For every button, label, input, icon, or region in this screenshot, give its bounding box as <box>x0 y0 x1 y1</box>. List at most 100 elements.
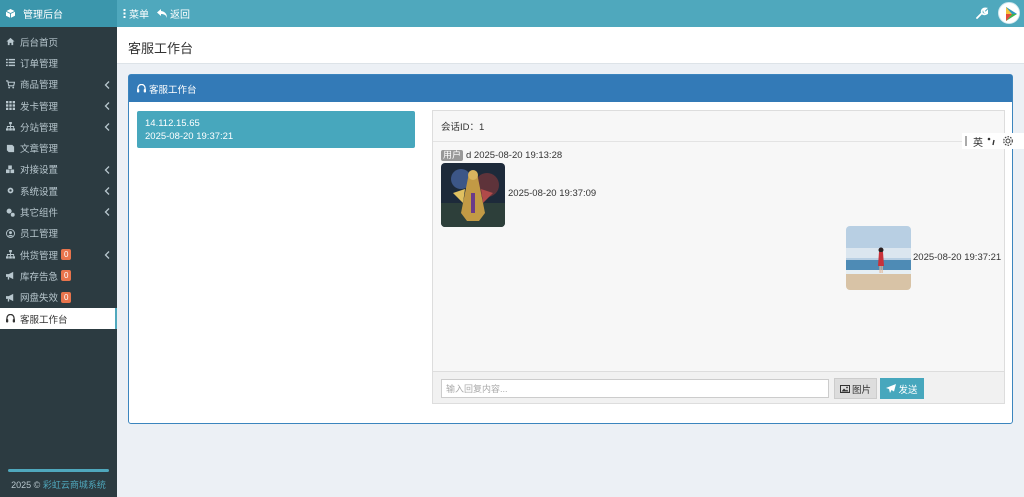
image-button-label: 图片 <box>851 384 871 396</box>
chat-window: 会话ID：1 用户 d 2025-08-20 19:13:28 2025-08-… <box>432 110 1005 404</box>
sidebar-item-label: 分站管理 <box>20 122 59 134</box>
sidebar-item-label: 对接设置 <box>20 165 59 177</box>
sidebar-item-label: 系统设置 <box>20 186 59 198</box>
user-tag-badge: 用户 <box>441 150 464 161</box>
play-logo-icon <box>1000 4 1019 23</box>
list-icon <box>6 58 15 67</box>
sidebar-menu: 后台首页订单管理商品管理发卡管理分站管理文章管理对接设置系统设置其它组件员工管理… <box>0 31 117 330</box>
menu-label: 菜单 <box>129 10 149 21</box>
workbench-panel: 客服工作台 14.112.15.65 2025-08-20 19:37:21 会… <box>128 74 1013 424</box>
page-title: 客服工作台 <box>128 41 194 56</box>
paper-plane-icon <box>886 384 897 393</box>
chevron-left-icon <box>104 187 110 196</box>
sidebar-item[interactable]: 客服工作台 <box>0 307 117 330</box>
sidebar-item-label: 文章管理 <box>20 144 59 156</box>
session-time: 2025-08-20 19:37:21 <box>145 131 234 142</box>
image-upload-button[interactable]: 图片 <box>834 378 877 399</box>
book-icon <box>6 144 15 153</box>
user-image-message[interactable] <box>441 163 505 227</box>
reply-input[interactable] <box>441 379 829 398</box>
sitemap-icon <box>6 250 15 259</box>
ime-toolbar[interactable]: 英 <box>962 133 1024 149</box>
sidebar-item-label: 客服工作台 <box>20 314 68 326</box>
user-circle-icon <box>6 228 15 238</box>
sidebar-item[interactable]: 供货管理 0 <box>0 244 117 265</box>
chevron-left-icon <box>104 208 110 217</box>
chat-header: 会话ID：1 <box>433 111 1004 142</box>
sidebar: 后台首页订单管理商品管理发卡管理分站管理文章管理对接设置系统设置其它组件员工管理… <box>0 27 117 497</box>
sidebar-item-label: 订单管理 <box>20 58 59 70</box>
sidebar-item-label: 发卡管理 <box>20 101 59 113</box>
footer-link[interactable]: 彩虹云商城系统 <box>43 480 106 490</box>
sidebar-scrollbar[interactable] <box>8 469 109 472</box>
sidebar-item-label: 员工管理 <box>20 229 59 241</box>
top-navbar: 管理后台 菜单 返回 <box>0 0 1024 27</box>
send-button[interactable]: 发送 <box>880 378 924 399</box>
image-icon <box>839 384 850 393</box>
cubes-icon <box>6 165 15 174</box>
home-icon <box>6 37 15 46</box>
gears-icon <box>6 208 15 217</box>
session-list-item[interactable]: 14.112.15.65 2025-08-20 19:37:21 <box>137 111 415 148</box>
count-badge: 0 <box>61 249 72 261</box>
game-character-image <box>441 163 505 227</box>
reply-arrow-icon <box>157 9 167 18</box>
wrench-icon[interactable] <box>976 7 988 19</box>
gear-icon[interactable] <box>1002 135 1014 147</box>
sidebar-item[interactable]: 系统设置 <box>0 180 117 201</box>
panel-heading: 客服工作台 <box>129 75 1012 102</box>
footer-copyright: 2025 © <box>11 480 41 490</box>
sidebar-item[interactable]: 分站管理 <box>0 116 117 137</box>
cart-icon <box>6 80 15 89</box>
sidebar-item-label: 后台首页 <box>20 37 59 49</box>
sidebar-item[interactable]: 订单管理 <box>0 52 117 73</box>
reply-bar: 图片 发送 <box>433 371 1004 403</box>
count-badge: 0 <box>61 270 72 282</box>
sidebar-item[interactable]: 网盘失效 0 <box>0 287 117 308</box>
chevron-left-icon <box>104 80 110 89</box>
sidebar-item-label: 网盘失效 <box>20 293 59 305</box>
sitemap-icon <box>6 122 15 131</box>
chevron-left-icon <box>104 251 110 259</box>
back-label: 返回 <box>170 10 190 21</box>
sidebar-item[interactable]: 后台首页 <box>0 31 117 52</box>
brand-title: 管理后台 <box>23 10 63 21</box>
sidebar-item-label: 商品管理 <box>20 80 59 92</box>
chevron-left-icon <box>104 123 110 132</box>
sidebar-item-label: 其它组件 <box>20 208 59 220</box>
agent-image-message[interactable] <box>846 226 911 290</box>
headphones-icon <box>6 314 15 323</box>
grid-icon <box>6 101 15 111</box>
menu-toggle-button[interactable]: 菜单 <box>123 6 149 21</box>
top-nav: 菜单 返回 <box>123 0 198 27</box>
sidebar-item[interactable]: 对接设置 <box>0 159 117 180</box>
sidebar-item[interactable]: 其它组件 <box>0 201 117 222</box>
menu-dots-icon <box>123 9 126 18</box>
page-header: 客服工作台 <box>117 27 1024 64</box>
avatar[interactable] <box>998 2 1020 24</box>
drag-grip-icon[interactable] <box>965 136 967 146</box>
beach-photo-image <box>846 226 911 290</box>
message-list[interactable]: 用户 d 2025-08-20 19:13:28 2025-08-20 19:3… <box>433 142 1004 371</box>
punctuation-icon[interactable] <box>986 136 998 146</box>
ime-language-toggle[interactable]: 英 <box>973 134 983 149</box>
back-button[interactable]: 返回 <box>157 6 190 21</box>
sidebar-item[interactable]: 库存告急 0 <box>0 265 117 286</box>
sidebar-item[interactable]: 商品管理 <box>0 74 117 95</box>
user-message-meta: d 2025-08-20 19:13:28 <box>466 150 563 161</box>
brand[interactable]: 管理后台 <box>0 0 117 27</box>
session-id-label: 会话ID：1 <box>441 122 485 133</box>
chevron-left-icon <box>104 101 110 110</box>
sidebar-item[interactable]: 员工管理 <box>0 223 117 244</box>
left-message-time: 2025-08-20 19:37:09 <box>508 188 597 199</box>
session-ip: 14.112.15.65 <box>145 118 200 129</box>
cube-icon <box>6 9 15 18</box>
send-button-label: 发送 <box>898 384 918 396</box>
sidebar-item[interactable]: 发卡管理 <box>0 95 117 116</box>
bullhorn-icon <box>6 271 15 280</box>
headphones-icon <box>137 84 146 93</box>
footer: 2025 © 彩虹云商城系统 <box>0 478 117 491</box>
gear-icon <box>6 186 15 195</box>
right-message-time: 2025-08-20 19:37:21 <box>913 252 1002 263</box>
sidebar-item[interactable]: 文章管理 <box>0 137 117 158</box>
